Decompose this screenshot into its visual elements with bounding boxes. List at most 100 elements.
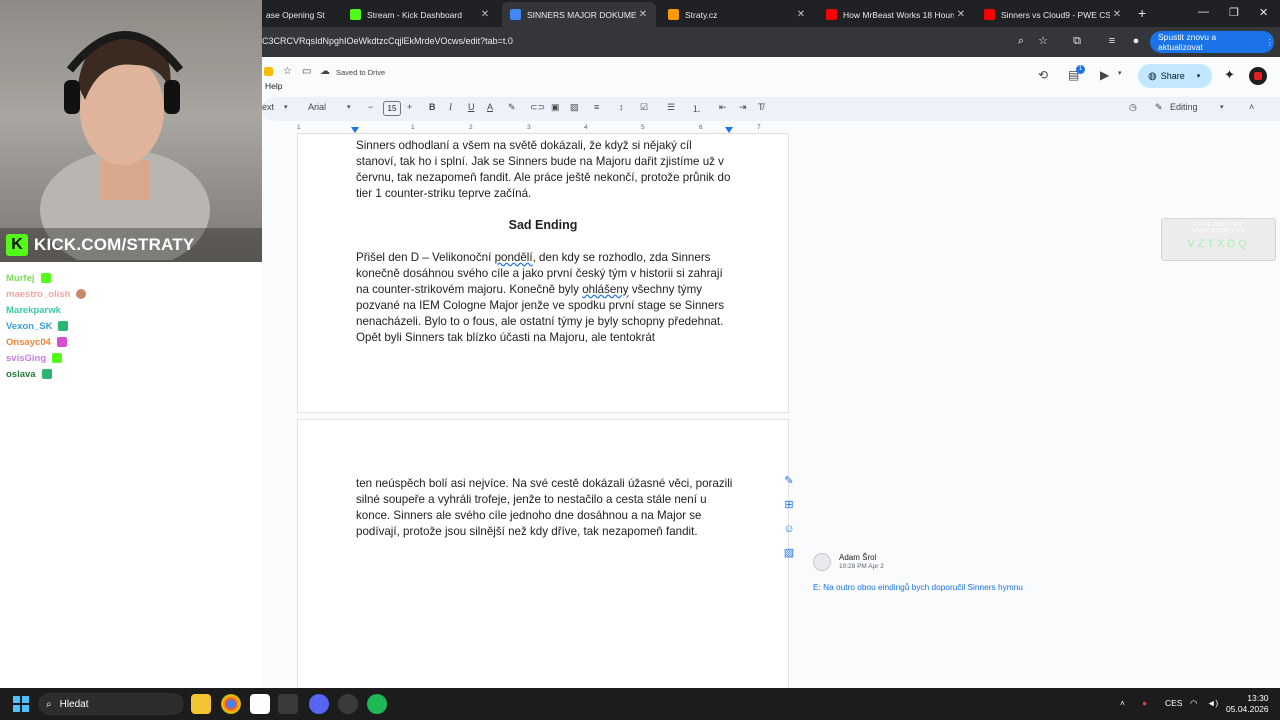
chevron-down-icon[interactable]: ▾ [1118, 69, 1122, 77]
notion-icon[interactable] [250, 694, 270, 714]
font-size-input[interactable]: 15 [383, 101, 401, 116]
editing-pencil-icon[interactable]: ✎ [1155, 102, 1163, 113]
tab-sinners-vs-cloud9[interactable]: Sinners vs Cloud9 - PWE CS2 E ✕ [976, 2, 1130, 27]
menu-help[interactable]: Help [265, 81, 282, 91]
chat-user: svisGing [6, 351, 63, 365]
restore-icon[interactable]: ❐ [1229, 6, 1239, 19]
underline-icon[interactable]: U [468, 102, 475, 112]
tab-mrbeast[interactable]: How MrBeast Works 18 Hours ✕ [818, 2, 974, 27]
section-heading[interactable]: Sad Ending [298, 218, 788, 232]
collapse-toolbar-icon[interactable]: ˄ [1249, 102, 1254, 112]
font-family-select[interactable]: Arial [308, 102, 326, 112]
ruler[interactable]: 1 1 2 3 4 5 6 7 [297, 124, 788, 134]
right-indent-marker[interactable] [725, 127, 733, 133]
decrease-font-icon[interactable]: − [368, 102, 373, 112]
discord-icon[interactable] [309, 694, 329, 714]
chrome-icon[interactable] [221, 694, 241, 714]
comment-text[interactable]: E: Na outro obou eindingů bych doporučil… [813, 581, 1023, 593]
recording-indicator[interactable] [1249, 67, 1267, 85]
minimize-icon[interactable]: — [1198, 6, 1209, 18]
system-clock[interactable]: 13:30 05.04.2026 [1226, 693, 1269, 715]
align-icon[interactable]: ≡ [594, 102, 599, 112]
url-field[interactable]: C3CRCVRqsIdNpghIOeWkdtzcCqjlEkMrdeVOcws/… [262, 36, 513, 46]
spelling-suggestion[interactable]: ohlášeny [582, 283, 628, 296]
share-button[interactable]: ◍ Share ▾ [1138, 64, 1212, 88]
meet-camera-icon[interactable]: ▶ [1100, 68, 1109, 82]
chevron-up-icon[interactable]: ˄ [1120, 698, 1125, 708]
save-status: Saved to Drive [336, 68, 386, 77]
star-icon[interactable]: ☆ [283, 66, 292, 77]
globe-icon: ◍ [1148, 70, 1157, 82]
language-indicator[interactable]: CES [1165, 698, 1182, 708]
bookmark-star-icon[interactable]: ☆ [1035, 33, 1051, 49]
history-icon[interactable]: ◷ [1129, 102, 1137, 113]
italic-icon[interactable]: I [449, 102, 452, 112]
tab-straty[interactable]: Straty.cz ✕ [660, 2, 814, 27]
close-tab-icon[interactable]: ✕ [794, 9, 808, 20]
spelling-suggestion[interactable]: pondělí [495, 251, 533, 264]
paragraph-outro[interactable]: ten neúspěch bolí asi nejvíce. Na své ce… [356, 476, 734, 540]
profile-avatar[interactable]: ● [1128, 33, 1144, 49]
chat-user: oslava [6, 367, 52, 381]
left-indent-marker[interactable] [351, 127, 359, 133]
google-docs-favicon-icon [510, 9, 521, 20]
docs-logo-icon[interactable] [264, 67, 273, 76]
emoji-reaction-icon[interactable]: ☺ [782, 522, 796, 536]
text-color-icon[interactable]: A [487, 102, 493, 112]
increase-font-icon[interactable]: + [407, 102, 412, 112]
bulleted-list-icon[interactable]: ☰ [667, 102, 675, 113]
kick-channel-banner: K KICK.COM/STRATY [0, 228, 262, 262]
tab-case-opening[interactable]: ase Opening St [258, 2, 338, 27]
numbered-list-icon[interactable]: ⒈ [692, 102, 701, 115]
reading-list-icon[interactable]: ≡ [1104, 33, 1120, 49]
document-page[interactable]: Sinners odhodlaní a všem na světě dokáza… [297, 134, 789, 413]
clear-formatting-icon[interactable]: T̸ [758, 102, 764, 112]
stream-chat: Murfej maestro_olish Marekparwk Vexon_SK… [0, 262, 262, 688]
tab-kick-dashboard[interactable]: Stream - Kick Dashboard ✕ [342, 2, 498, 27]
suggest-edit-icon[interactable]: ✎ [782, 474, 796, 488]
more-menu-icon: ⋮ [1265, 36, 1275, 47]
paragraph-intro[interactable]: Sinners odhodlaní a všem na světě dokáza… [356, 138, 734, 202]
chevron-down-icon: ▾ [284, 104, 288, 111]
move-folder-icon[interactable]: ▭ [302, 66, 311, 77]
file-explorer-icon[interactable] [191, 694, 211, 714]
add-comment-icon[interactable]: ⊞ [782, 498, 796, 512]
close-tab-icon[interactable]: ✕ [1110, 9, 1124, 20]
highlight-icon[interactable]: ✎ [508, 102, 516, 113]
spotify-icon[interactable] [367, 694, 387, 714]
gemini-sparkle-icon[interactable]: ✦ [1224, 67, 1235, 83]
wifi-icon[interactable]: ◠ [1190, 698, 1197, 709]
line-spacing-icon[interactable]: ↕ [619, 102, 624, 112]
windows-start-icon[interactable] [13, 696, 29, 712]
volume-icon[interactable]: ◄) [1207, 698, 1218, 708]
straty-favicon-icon [668, 9, 679, 20]
close-tab-icon[interactable]: ✕ [636, 9, 650, 20]
update-browser-button[interactable]: Spustit znovu a aktualizovat ⋮ [1150, 31, 1274, 53]
bold-icon[interactable]: B [429, 102, 436, 112]
checklist-icon[interactable]: ☑ [640, 102, 648, 113]
extensions-icon[interactable]: ⧉ [1069, 33, 1085, 49]
link-icon[interactable]: ⊂⊃ [530, 102, 545, 113]
zoom-icon[interactable]: ⌕ [1013, 33, 1029, 49]
microphone-icon[interactable]: ● [1142, 698, 1147, 708]
close-tab-icon[interactable]: ✕ [478, 9, 492, 20]
version-history-icon[interactable]: ⟲ [1038, 68, 1048, 82]
new-tab-icon[interactable]: + [1138, 5, 1146, 21]
paragraph-style-select[interactable]: ext [262, 102, 274, 112]
docs-header: ☆ ▭ ☁ Saved to Drive Help ⟲ ▤ 1 ▶ ▾ ◍ Sh… [262, 57, 1280, 97]
suggestion-icon[interactable]: ▨ [782, 546, 796, 560]
comment-author: Adam Šrol [839, 553, 877, 562]
document-page[interactable]: ten neúspěch bolí asi nejvíce. Na své ce… [297, 419, 789, 699]
add-comment-icon[interactable]: ▣ [551, 102, 560, 113]
tab-sinners-document[interactable]: SINNERS MAJOR DOKUMENT ✕ [502, 2, 656, 27]
increase-indent-icon[interactable]: ⇥ [739, 102, 747, 113]
taskbar-search-input[interactable]: ⌕ Hledat [38, 693, 184, 715]
obs-icon[interactable] [338, 694, 358, 714]
insert-image-icon[interactable]: ▨ [570, 102, 579, 113]
chrome-active-icon[interactable] [278, 694, 298, 714]
decrease-indent-icon[interactable]: ⇤ [719, 102, 727, 113]
close-window-icon[interactable]: ✕ [1259, 6, 1268, 19]
editing-mode-select[interactable]: Editing [1170, 102, 1198, 112]
close-tab-icon[interactable]: ✕ [954, 9, 968, 20]
paragraph-sad-ending[interactable]: Přišel den D – Velikonoční pondělí, den … [356, 250, 734, 346]
